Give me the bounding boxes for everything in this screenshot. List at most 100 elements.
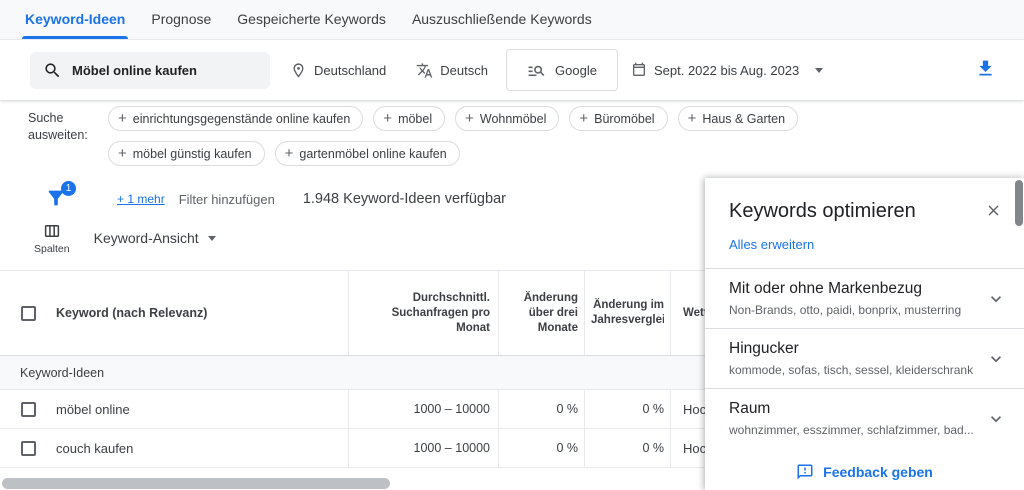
refine-section-raum[interactable]: Raum wohnzimmer, esszimmer, schlafzimmer… (705, 388, 1024, 448)
3month-change-value: 0 % (556, 402, 578, 416)
suggestion-chip[interactable]: + Wohnmöbel (455, 106, 560, 131)
keyword-text: möbel online (56, 401, 130, 417)
search-keywords-field[interactable]: Möbel online kaufen (30, 51, 270, 89)
3month-change-cell: 0 % (498, 429, 584, 467)
refine-section-subtitle: kommode, sofas, tisch, sessel, kleidersc… (729, 363, 974, 377)
location-selector[interactable]: Deutschland (290, 62, 386, 79)
row-checkbox-cell (0, 390, 56, 428)
avg-searches-value: 1000 – 10000 (413, 402, 490, 416)
row-checkbox[interactable] (20, 401, 36, 417)
expand-all-link[interactable]: Alles erweitern (729, 237, 814, 252)
broaden-search-section: Suche ausweiten: + einrichtungsgegenständ… (28, 106, 964, 166)
filter-button[interactable]: 1 (45, 181, 76, 211)
location-label: Deutschland (314, 62, 387, 78)
add-filter-button[interactable]: Filter hinzufügen (179, 192, 275, 207)
language-selector[interactable]: Deutsch (416, 62, 488, 79)
close-panel-button[interactable] (983, 200, 1004, 224)
plus-icon: + (687, 110, 697, 127)
download-icon (979, 60, 992, 76)
feedback-button[interactable]: Feedback geben (705, 463, 1024, 481)
column-header-label: Durchschnittl. Suchanfragen pro Monat (391, 291, 490, 334)
panel-vertical-scrollbar[interactable] (1015, 180, 1023, 226)
tab-label: Auszuschließende Keywords (411, 11, 592, 27)
network-label: Google (555, 62, 597, 78)
suggestion-chip-label: Büromöbel (594, 111, 655, 126)
columns-button[interactable]: Spalten (34, 222, 70, 255)
row-checkbox[interactable] (20, 440, 36, 456)
suggestion-chip-label: Wohnmöbel (479, 111, 547, 126)
plus-icon: + (465, 110, 474, 127)
view-bar: Spalten Keyword-Ansicht (34, 222, 216, 255)
column-header-label: Änderung über drei Monate (523, 291, 578, 334)
yoy-change-value: 0 % (642, 441, 664, 455)
3month-change-cell: 0 % (498, 390, 584, 428)
avg-searches-cell: 1000 – 10000 (348, 429, 498, 467)
search-value: Möbel online kaufen (72, 62, 197, 78)
keyword-view-label: Keyword-Ansicht (93, 230, 199, 246)
suggestion-chip-label: einrichtungsgegenstände online kaufen (132, 111, 351, 126)
column-header-label: Keyword (nach Relevanz) (56, 306, 208, 320)
refine-section-title: Mit oder ohne Markenbezug (729, 280, 923, 297)
tab-bar: Keyword-Ideen Prognose Gespeicherte Keyw… (0, 0, 1024, 40)
date-range-selector[interactable]: Sept. 2022 bis Aug. 2023 (631, 62, 824, 78)
network-selector[interactable]: Google (505, 49, 618, 91)
avg-searches-cell: 1000 – 10000 (348, 390, 498, 428)
download-button[interactable] (975, 58, 996, 82)
column-header-yoy-change[interactable]: Änderung im Jahresvergleich (584, 271, 670, 355)
search-network-icon (528, 65, 545, 76)
keyword-planner-app: Keyword-Ideen Prognose Gespeicherte Keyw… (0, 0, 1024, 490)
column-header-label: Änderung im Jahresvergleich (591, 299, 664, 326)
horizontal-scrollbar[interactable] (2, 478, 390, 489)
column-header-avg-searches[interactable]: Durchschnittl. Suchanfragen pro Monat (348, 271, 498, 355)
chevron-down-icon (207, 235, 216, 241)
refine-keywords-panel: Keywords optimieren Alles erweitern Mit … (705, 178, 1024, 490)
date-range-label: Sept. 2022 bis Aug. 2023 (653, 62, 800, 78)
translate-icon (416, 62, 433, 78)
keyword-cell: couch kaufen (56, 429, 348, 467)
close-icon (988, 205, 999, 216)
tab-gespeicherte-keywords[interactable]: Gespeicherte Keywords (224, 0, 399, 39)
refine-section-subtitle: Non-Brands, otto, paidi, bonprix, muster… (729, 303, 962, 317)
chevron-down-icon (991, 355, 1001, 362)
suggestion-chip[interactable]: + einrichtungsgegenstände online kaufen (108, 106, 364, 131)
feedback-label: Feedback geben (823, 464, 933, 480)
suggestion-chip[interactable]: + Büromöbel (569, 106, 668, 131)
feedback-icon (797, 464, 813, 480)
search-icon (45, 62, 60, 77)
column-header-3month-change[interactable]: Änderung über drei Monate (498, 271, 584, 355)
suggestion-chip[interactable]: + gartenmöbel online kaufen (274, 141, 460, 166)
suggestion-chip[interactable]: + möbel (373, 106, 446, 131)
more-filters-link[interactable]: + 1 mehr (117, 192, 165, 206)
tab-auszuschliessende-keywords[interactable]: Auszuschließende Keywords (399, 0, 605, 39)
refine-section-hingucker[interactable]: Hingucker kommode, sofas, tisch, sessel,… (705, 328, 1024, 388)
refine-section-text: Raum wohnzimmer, esszimmer, schlafzimmer… (729, 400, 974, 437)
yoy-change-value: 0 % (642, 402, 664, 416)
columns-icon (44, 225, 59, 237)
ideas-available-count: 1.948 Keyword-Ideen verfügbar (302, 191, 506, 207)
refine-section-subtitle: wohnzimmer, esszimmer, schlafzimmer, bad… (729, 423, 974, 437)
tab-label: Keyword-Ideen (25, 11, 126, 27)
header: Keyword-Ideen Prognose Gespeicherte Keyw… (0, 0, 1024, 100)
header-checkbox-cell (0, 271, 56, 355)
refine-section-brand[interactable]: Mit oder ohne Markenbezug Non-Brands, ot… (705, 268, 1024, 328)
suggestion-chip-label: Haus & Garten (702, 111, 786, 126)
column-header-keyword[interactable]: Keyword (nach Relevanz) (56, 271, 348, 355)
columns-label: Spalten (34, 243, 70, 255)
plus-icon: + (118, 110, 127, 127)
tab-prognose[interactable]: Prognose (138, 0, 224, 39)
refine-panel-title: Keywords optimieren (729, 200, 916, 222)
chevron-down-icon (815, 67, 824, 73)
chevron-down-icon (991, 295, 1001, 302)
filter-count-badge: 1 (61, 181, 76, 196)
filter-bar: 1 + 1 mehr Filter hinzufügen 1.948 Keywo… (0, 181, 704, 215)
suggestion-chip[interactable]: + möbel günstig kaufen (108, 141, 265, 166)
keyword-cell: möbel online (56, 390, 348, 428)
select-all-checkbox[interactable] (20, 305, 36, 321)
refine-section-title: Raum (729, 400, 771, 417)
refine-section-title: Hingucker (729, 340, 799, 357)
language-label: Deutsch (440, 62, 488, 78)
suggestion-chip[interactable]: + Haus & Garten (677, 106, 799, 131)
tab-keyword-ideen[interactable]: Keyword-Ideen (12, 0, 138, 39)
yoy-change-cell: 0 % (584, 429, 670, 467)
keyword-view-selector[interactable]: Keyword-Ansicht (94, 230, 216, 246)
